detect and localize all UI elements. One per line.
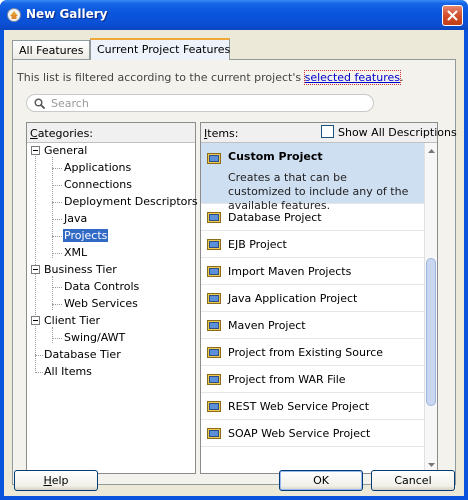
selected-features-link[interactable]: selected features (303, 70, 401, 85)
items-panel: Items: Show All Descriptions Custom Proj… (200, 122, 457, 474)
title-bar[interactable]: New Gallery (0, 0, 468, 30)
tree-item-database-tier[interactable]: Database Tier (44, 347, 121, 363)
project-folder-icon (207, 347, 221, 358)
list-item-ejb-project[interactable]: EJB Project (201, 231, 425, 258)
list-item-project-from-war-file[interactable]: Project from WAR File (201, 366, 425, 393)
list-item-project-from-existing-source[interactable]: Project from Existing Source (201, 339, 425, 366)
categories-panel: Categories: General Applications Connect… (26, 122, 198, 474)
collapse-icon[interactable] (31, 265, 40, 274)
project-folder-icon (207, 212, 221, 223)
tree-item-web-services[interactable]: Web Services (64, 296, 138, 312)
items-list: Custom Project Creates a that can be cus… (201, 143, 425, 473)
close-icon (447, 10, 458, 21)
tree-item-all-items[interactable]: All Items (44, 364, 92, 380)
list-item-database-project[interactable]: Database Project (201, 204, 425, 231)
new-gallery-window: New Gallery All Features Current Project… (0, 0, 468, 500)
project-folder-icon (207, 153, 221, 164)
checkbox-box[interactable] (321, 125, 334, 138)
cancel-button[interactable]: Cancel (371, 470, 455, 491)
tree-item-projects[interactable]: Projects (63, 228, 109, 244)
collapse-icon[interactable] (31, 146, 40, 155)
search-input[interactable] (51, 96, 361, 110)
filter-info: This list is filtered according to the c… (17, 70, 404, 85)
tree-item-connections[interactable]: Connections (64, 177, 132, 193)
project-folder-icon (207, 374, 221, 385)
list-item-custom-project[interactable]: Custom Project Creates a that can be cus… (201, 143, 425, 212)
project-folder-icon (207, 401, 221, 412)
project-folder-icon (207, 293, 221, 304)
show-all-label: Show All Descriptions (338, 126, 457, 139)
window-title: New Gallery (26, 7, 108, 21)
close-button[interactable] (442, 5, 463, 26)
gallery-icon (6, 7, 22, 23)
list-item-import-maven-projects[interactable]: Import Maven Projects (201, 258, 425, 285)
items-scrollbar[interactable] (424, 143, 437, 473)
tree-item-data-controls[interactable]: Data Controls (64, 279, 139, 295)
categories-header: Categories: (27, 123, 195, 143)
list-item-rest-web-service-project[interactable]: REST Web Service Project (201, 393, 425, 420)
categories-label: Categories: (30, 127, 94, 140)
list-item-java-application-project[interactable]: Java Application Project (201, 285, 425, 312)
filter-info-suffix: . (399, 71, 404, 84)
tree-item-applications[interactable]: Applications (64, 160, 131, 176)
tree-item-client-tier[interactable]: Client Tier (31, 313, 100, 329)
tree-item-deployment-descriptors[interactable]: Deployment Descriptors (64, 194, 198, 210)
list-item-maven-project[interactable]: Maven Project (201, 312, 425, 339)
list-item-soap-web-service-project[interactable]: SOAP Web Service Project (201, 420, 425, 447)
tab-all-features[interactable]: All Features (12, 40, 90, 59)
show-all-descriptions-checkbox[interactable]: Show All Descriptions (321, 125, 457, 139)
collapse-icon[interactable] (31, 316, 40, 325)
filter-info-text: This list is filtered according to the c… (17, 71, 305, 84)
tree-item-xml[interactable]: XML (64, 245, 87, 261)
items-label: Items: (204, 127, 239, 140)
tree-item-java[interactable]: Java (64, 211, 87, 227)
scroll-thumb[interactable] (426, 258, 436, 406)
tab-label: All Features (19, 44, 84, 57)
tree-item-business-tier[interactable]: Business Tier (31, 262, 117, 278)
tab-label: Current Project Features (97, 43, 231, 56)
tab-current-project-features[interactable]: Current Project Features (90, 38, 230, 60)
search-box[interactable] (26, 94, 374, 112)
project-folder-icon (207, 428, 221, 439)
dialog-body: All Features Current Project Features Th… (4, 30, 464, 496)
search-icon (34, 98, 45, 109)
project-folder-icon (207, 266, 221, 277)
tree-item-general[interactable]: General (31, 143, 87, 159)
scroll-up-icon[interactable] (426, 145, 437, 157)
ok-button[interactable]: OK (279, 470, 363, 491)
items-header: Items: Show All Descriptions (201, 123, 457, 143)
help-button[interactable]: Help (14, 470, 98, 491)
project-folder-icon (207, 239, 221, 250)
project-folder-icon (207, 320, 221, 331)
tree-item-swing-awt[interactable]: Swing/AWT (64, 330, 125, 346)
